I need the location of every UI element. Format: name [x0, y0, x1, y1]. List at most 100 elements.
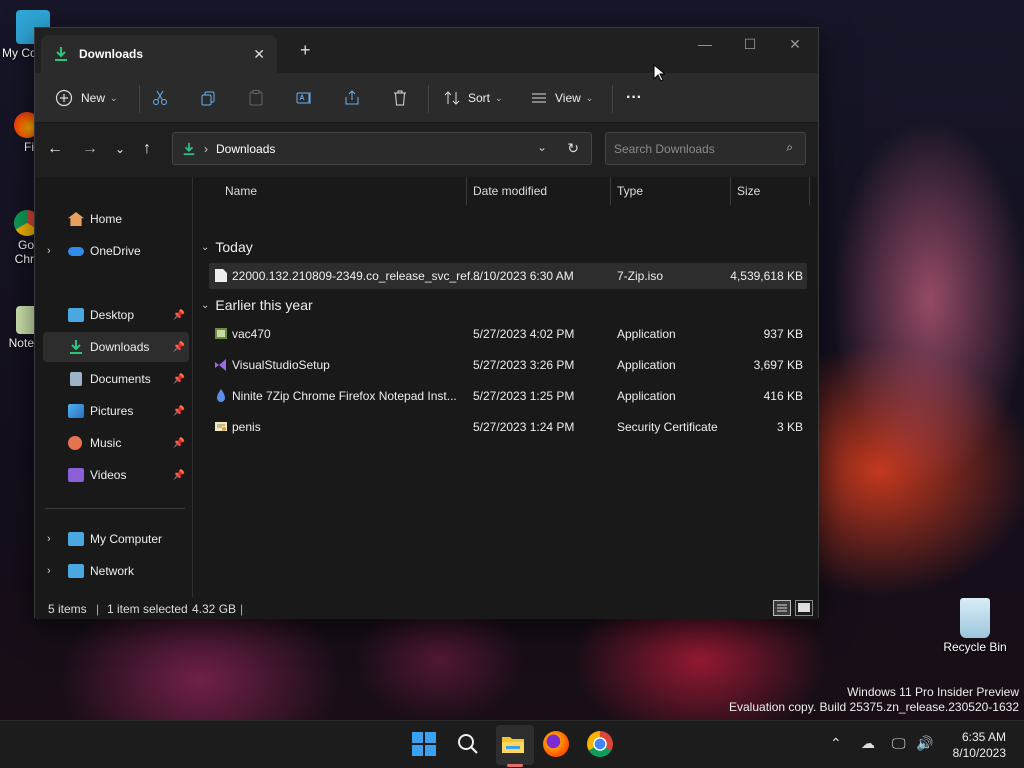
nav-item-pictures[interactable]: Pictures 📌: [43, 396, 189, 426]
search-button[interactable]: [455, 731, 483, 759]
nav-item-music[interactable]: Music 📌: [43, 428, 189, 458]
item-count: 5 items: [48, 602, 87, 616]
new-button[interactable]: New ⌄: [55, 85, 118, 111]
nav-item-downloads[interactable]: Downloads 📌: [43, 332, 189, 362]
chevron-down-icon: ⌄: [495, 92, 503, 103]
new-tab-button[interactable]: +: [300, 40, 311, 61]
table-row[interactable]: Ninite 7Zip Chrome Firefox Notepad Inst.…: [209, 383, 807, 409]
chevron-right-icon[interactable]: ›: [47, 245, 51, 257]
tab-downloads[interactable]: Downloads ✕: [41, 35, 277, 73]
chevron-right-icon[interactable]: ›: [47, 565, 51, 577]
copy-button[interactable]: [199, 85, 217, 111]
search-box[interactable]: ⌕: [605, 132, 806, 165]
table-row[interactable]: 22000.132.210809-2349.co_release_svc_ref…: [209, 263, 807, 289]
file-explorer-taskbar-button[interactable]: [500, 731, 528, 759]
close-button[interactable]: ✕: [780, 36, 810, 53]
videos-icon: [68, 468, 84, 482]
nav-item-documents[interactable]: Documents 📌: [43, 364, 189, 394]
pin-icon[interactable]: 📌: [173, 310, 185, 321]
chevron-right-icon[interactable]: ›: [47, 533, 51, 545]
group-header-earlier[interactable]: ⌄ Earlier this year: [201, 297, 313, 313]
chevron-down-icon: ⌄: [201, 299, 210, 311]
volume-icon[interactable]: 🔊: [916, 735, 933, 752]
windows-watermark: Windows 11 Pro Insider Preview Evaluatio…: [729, 685, 1019, 715]
search-input[interactable]: [614, 141, 774, 156]
desktop-icon-recycle-bin[interactable]: Recycle Bin: [940, 598, 1010, 654]
tiles-view-icon: [798, 603, 810, 612]
taskbar: ⌃ ☁ 🖵 🔊 6:35 AM 8/10/2023: [0, 720, 1024, 768]
pin-icon[interactable]: 📌: [173, 406, 185, 417]
file-name: vac470: [232, 327, 271, 341]
start-button[interactable]: [411, 731, 439, 759]
show-hidden-icons-button[interactable]: ⌃: [830, 735, 842, 752]
column-header-name[interactable]: Name: [225, 177, 465, 205]
chrome-taskbar-button[interactable]: [587, 731, 615, 759]
windows-logo-icon: [412, 732, 436, 756]
details-view-button[interactable]: [773, 600, 791, 616]
nav-label: Network: [90, 564, 135, 578]
pin-icon[interactable]: 📌: [173, 438, 185, 449]
visual-studio-icon: [215, 359, 226, 371]
display-icon[interactable]: 🖵: [892, 735, 906, 752]
group-header-today[interactable]: ⌄ Today: [201, 239, 253, 255]
table-row[interactable]: penis 5/27/2023 1:24 PM Security Certifi…: [209, 414, 807, 440]
recycle-bin-icon: [960, 598, 990, 638]
column-divider[interactable]: [730, 177, 731, 205]
firefox-taskbar-button[interactable]: [543, 731, 571, 759]
breadcrumb-downloads[interactable]: Downloads: [216, 142, 275, 156]
status-divider: |: [96, 602, 100, 616]
nav-item-my-computer[interactable]: › My Computer: [43, 524, 189, 554]
desktop-icon-notepad[interactable]: Note: [0, 306, 38, 350]
nav-item-onedrive[interactable]: › OneDrive: [43, 236, 189, 266]
maximize-button[interactable]: ☐: [735, 36, 765, 53]
sort-button[interactable]: Sort ⌄: [443, 85, 503, 111]
pin-icon[interactable]: 📌: [173, 342, 185, 353]
list-view-icon: [532, 93, 546, 103]
nav-item-network[interactable]: › Network: [43, 556, 189, 586]
file-type: Application: [617, 389, 676, 403]
more-options-button[interactable]: ···: [626, 85, 642, 111]
network-status-icon[interactable]: ☁: [861, 735, 875, 752]
table-row[interactable]: vac470 5/27/2023 4:02 PM Application 937…: [209, 321, 807, 347]
tab-title: Downloads: [79, 47, 144, 61]
file-icon: [215, 269, 227, 282]
desktop-icon-chrome[interactable]: Go Chr: [0, 210, 40, 266]
minimize-button[interactable]: —: [690, 36, 720, 52]
refresh-icon[interactable]: ↻: [567, 140, 579, 157]
chevron-down-icon: ⌄: [585, 92, 594, 103]
tab-close-button[interactable]: ✕: [253, 46, 265, 63]
share-button[interactable]: [343, 85, 361, 111]
column-divider[interactable]: [466, 177, 467, 205]
cut-button[interactable]: [151, 85, 169, 111]
nav-label: Home: [90, 212, 123, 226]
pane-divider[interactable]: [192, 177, 193, 597]
delete-button[interactable]: [391, 85, 409, 111]
up-button[interactable]: ↑: [143, 140, 151, 158]
pin-icon[interactable]: 📌: [173, 470, 185, 481]
nav-label: OneDrive: [90, 244, 141, 258]
forward-button[interactable]: →: [82, 140, 98, 158]
recent-locations-button[interactable]: ⌄: [115, 142, 125, 156]
watermark-line: Evaluation copy. Build 25375.zn_release.…: [729, 700, 1019, 714]
column-divider[interactable]: [610, 177, 611, 205]
nav-item-videos[interactable]: Videos 📌: [43, 460, 189, 490]
tiles-view-button[interactable]: [795, 600, 813, 616]
address-dropdown-button[interactable]: ⌄: [537, 140, 547, 154]
nav-item-desktop[interactable]: Desktop 📌: [43, 300, 189, 330]
table-row[interactable]: VisualStudioSetup 5/27/2023 3:26 PM Appl…: [209, 352, 807, 378]
back-button[interactable]: ←: [47, 140, 63, 158]
clock[interactable]: 6:35 AM 8/10/2023: [953, 729, 1006, 761]
view-button[interactable]: View ⌄: [530, 85, 593, 111]
pin-icon[interactable]: 📌: [173, 374, 185, 385]
column-header-size[interactable]: Size: [737, 177, 807, 205]
column-header-type[interactable]: Type: [617, 177, 727, 205]
copy-icon: [201, 91, 215, 106]
chevron-down-icon: ⌄: [201, 241, 210, 253]
rename-button[interactable]: [295, 85, 313, 111]
address-bar[interactable]: › Downloads ⌄ ↻: [172, 132, 592, 165]
paste-button[interactable]: [247, 85, 265, 111]
nav-item-home[interactable]: Home: [43, 204, 189, 234]
column-divider[interactable]: [809, 177, 810, 205]
desktop-icon-firefox[interactable]: Fi: [0, 112, 40, 154]
column-header-date[interactable]: Date modified: [473, 177, 613, 205]
